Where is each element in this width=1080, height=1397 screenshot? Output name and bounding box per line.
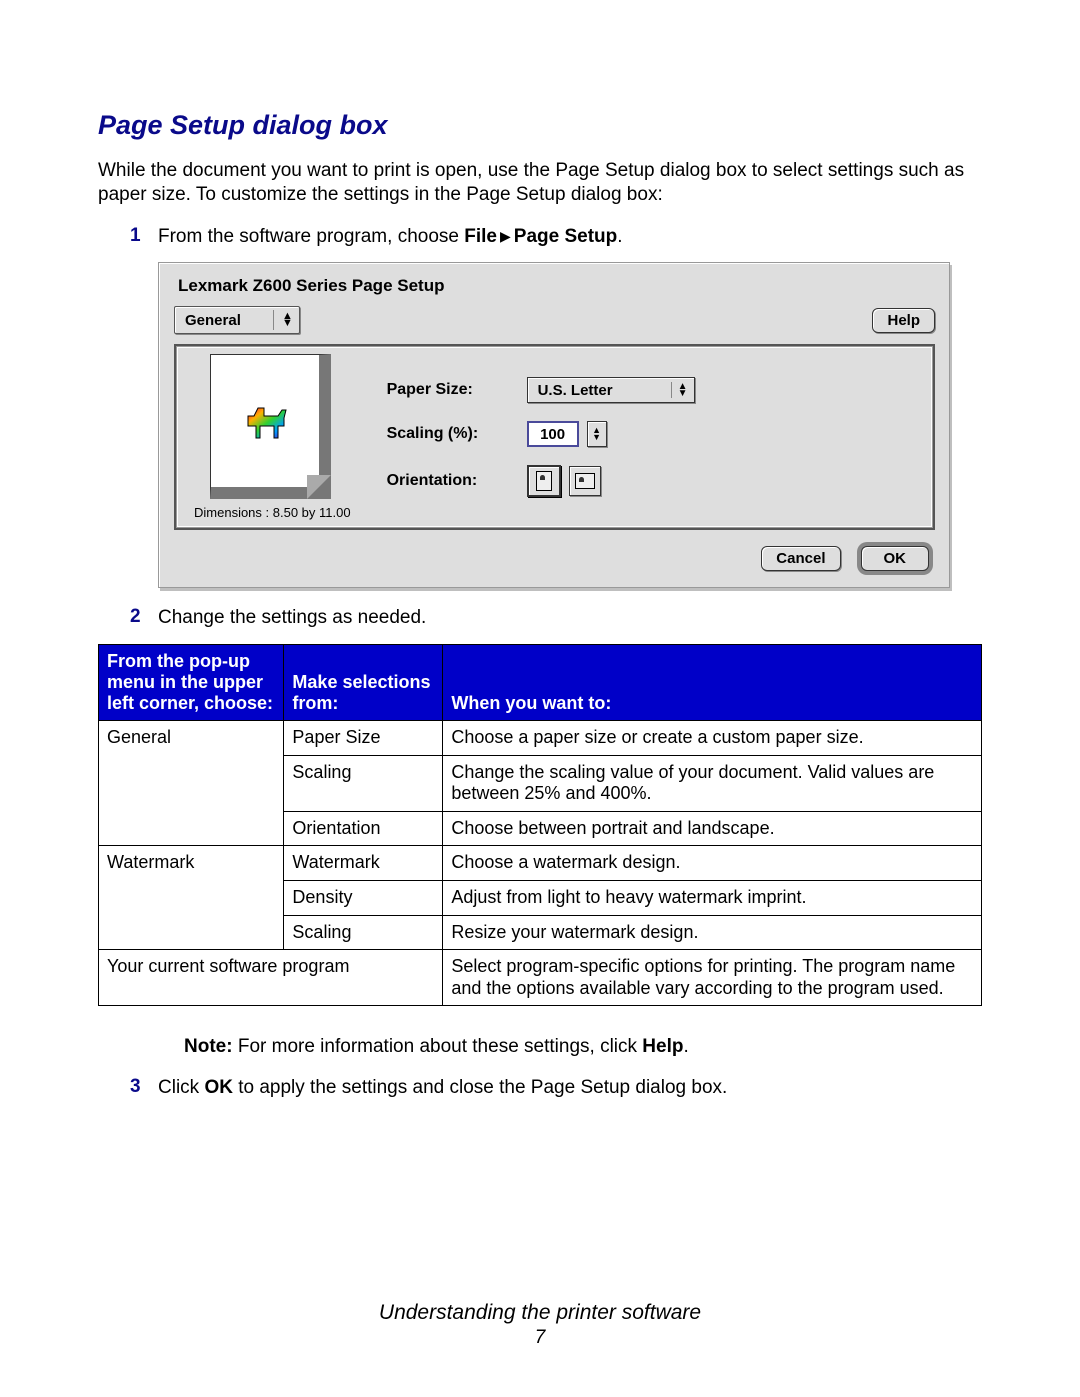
cell-wm: Watermark — [284, 846, 443, 881]
table-header-menu: From the pop-up menu in the upper left c… — [99, 645, 284, 721]
category-popup-menu[interactable]: General ▲▼ — [174, 306, 300, 334]
page-number: 7 — [0, 1327, 1080, 1349]
chevron-updown-icon: ▲▼ — [282, 313, 293, 327]
cell-wm-scale: Scaling — [284, 915, 443, 950]
cell-orientation: Orientation — [284, 811, 443, 846]
options-table: From the pop-up menu in the upper left c… — [98, 644, 982, 1006]
cell-software-program: Your current software program — [99, 950, 443, 1006]
chevron-down-icon: ▼ — [592, 434, 601, 441]
preview-graphic-icon — [239, 396, 291, 446]
landscape-icon — [575, 473, 595, 489]
preview-paper-icon — [210, 354, 331, 499]
cell-orientation-desc: Choose between portrait and landscape. — [443, 811, 982, 846]
step-text: Click OK to apply the settings and close… — [158, 1076, 727, 1100]
note-help: Help — [642, 1036, 683, 1057]
cell-general: General — [99, 721, 284, 846]
cell-density-desc: Adjust from light to heavy watermark imp… — [443, 880, 982, 915]
note-label: Note: — [184, 1036, 233, 1057]
orientation-landscape-button[interactable] — [569, 466, 601, 496]
menu-page-setup: Page Setup — [514, 226, 617, 247]
cell-wm-scale-desc: Resize your watermark design. — [443, 915, 982, 950]
dialog-title: Lexmark Z600 Series Page Setup — [178, 276, 935, 296]
step-text-prefix: From the software program, choose — [158, 226, 464, 247]
chevron-updown-icon: ▲▼ — [678, 383, 688, 397]
cell-scaling: Scaling — [284, 755, 443, 811]
step-number: 2 — [130, 606, 158, 628]
popup-value: General — [185, 312, 265, 329]
ok-button[interactable]: OK — [861, 546, 930, 571]
dialog-content: Dimensions : 8.50 by 11.00 Paper Size: U… — [174, 344, 935, 530]
paper-size-dropdown[interactable]: U.S. Letter ▲▼ — [527, 377, 695, 403]
step-3: 3 Click OK to apply the settings and clo… — [130, 1076, 982, 1100]
table-row: Watermark Watermark Choose a watermark d… — [99, 846, 982, 881]
scaling-stepper[interactable]: ▲ ▼ — [587, 421, 607, 447]
step-text-suffix: to apply the settings and close the Page… — [233, 1077, 727, 1098]
cell-density: Density — [284, 880, 443, 915]
section-title: Page Setup dialog box — [98, 110, 982, 141]
page-setup-dialog: Lexmark Z600 Series Page Setup General ▲… — [158, 262, 950, 588]
table-row: Your current software program Select pro… — [99, 950, 982, 1006]
note-suffix: . — [683, 1036, 688, 1057]
menu-arrow-icon: ▶ — [500, 228, 511, 246]
cell-scaling-desc: Change the scaling value of your documen… — [443, 755, 982, 811]
step-number: 1 — [130, 225, 158, 247]
intro-paragraph: While the document you want to print is … — [98, 159, 982, 207]
menu-file: File — [464, 226, 497, 247]
orientation-portrait-button[interactable] — [527, 465, 561, 497]
cell-wm-desc: Choose a watermark design. — [443, 846, 982, 881]
step-number: 3 — [130, 1076, 158, 1098]
cell-software-program-desc: Select program-specific options for prin… — [443, 950, 982, 1006]
step-2: 2 Change the settings as needed. — [130, 606, 982, 630]
page-footer: Understanding the printer software 7 — [0, 1301, 1080, 1349]
cell-watermark: Watermark — [99, 846, 284, 950]
table-header-when: When you want to: — [443, 645, 982, 721]
paper-size-label: Paper Size: — [387, 381, 527, 399]
cell-paper-size: Paper Size — [284, 721, 443, 756]
portrait-icon — [536, 471, 552, 491]
step-1: 1 From the software program, choose File… — [130, 225, 982, 249]
note-block: Note: For more information about these s… — [184, 1036, 982, 1058]
table-row: General Paper Size Choose a paper size o… — [99, 721, 982, 756]
note-text: For more information about these setting… — [233, 1036, 643, 1057]
cancel-button[interactable]: Cancel — [761, 546, 840, 571]
help-button[interactable]: Help — [872, 308, 935, 333]
dimensions-text: Dimensions : 8.50 by 11.00 — [194, 505, 351, 520]
step-text: Change the settings as needed. — [158, 606, 426, 630]
cell-paper-size-desc: Choose a paper size or create a custom p… — [443, 721, 982, 756]
scaling-input[interactable]: 100 — [527, 421, 579, 447]
step-text: From the software program, choose File▶P… — [158, 225, 623, 249]
table-header-selections: Make selections from: — [284, 645, 443, 721]
step-text-bold: OK — [204, 1077, 233, 1098]
paper-size-value: U.S. Letter — [538, 382, 665, 399]
step-text-prefix: Click — [158, 1077, 204, 1098]
chapter-name: Understanding the printer software — [379, 1301, 701, 1324]
scaling-label: Scaling (%): — [387, 425, 527, 443]
page-preview: Dimensions : 8.50 by 11.00 — [190, 354, 351, 520]
orientation-label: Orientation: — [387, 472, 527, 490]
step-text-suffix: . — [617, 226, 622, 247]
